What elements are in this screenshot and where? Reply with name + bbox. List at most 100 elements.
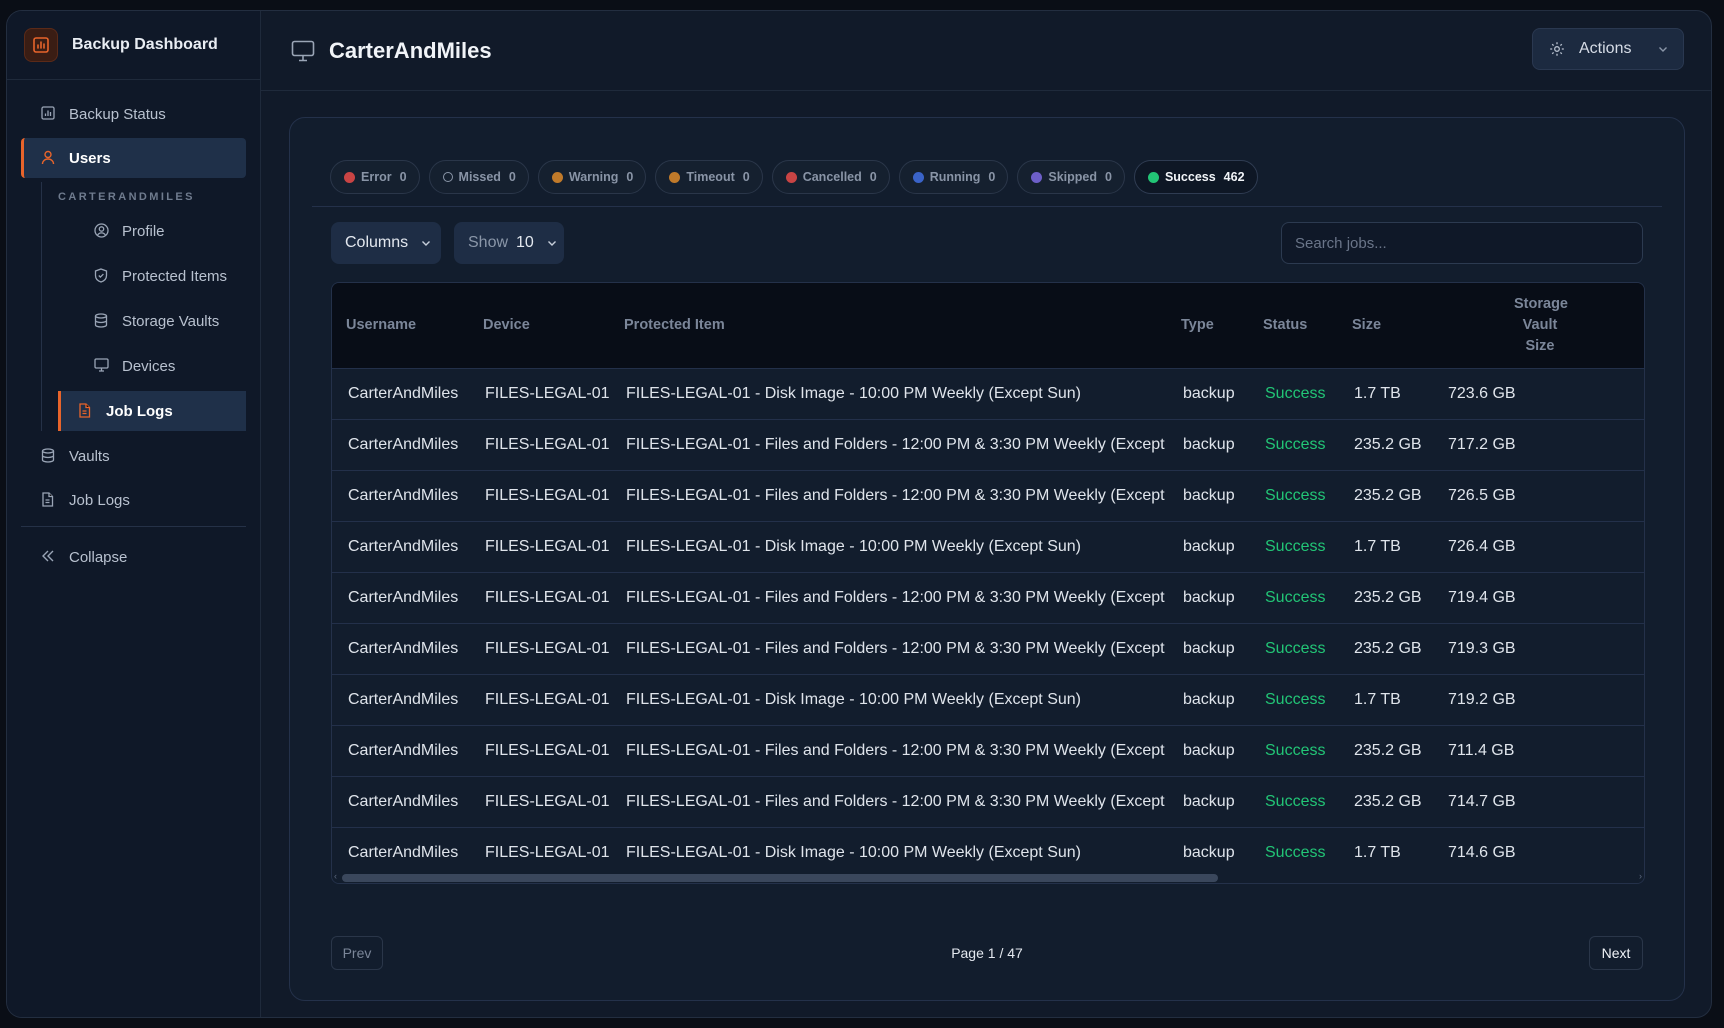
user-circle-icon [94, 223, 110, 239]
username-cell: CarterAndMiles [348, 792, 459, 810]
sidebar-item-vaults[interactable]: Vaults [21, 436, 246, 476]
sidebar-item-profile[interactable]: Profile [58, 211, 246, 251]
device-cell: FILES-LEGAL-01 [485, 537, 610, 555]
filter-chip-skipped[interactable]: Skipped 0 [1017, 160, 1125, 194]
column-header[interactable]: Type [1167, 283, 1249, 368]
page-size-value: 10 [516, 234, 534, 251]
column-header[interactable]: Device [469, 283, 610, 368]
table-row[interactable]: CarterAndMiles FILES-LEGAL-01 FILES-LEGAL-… [332, 368, 1644, 419]
scroll-left-icon[interactable]: ‹ [334, 871, 337, 881]
sidebar-item-devices[interactable]: Devices [58, 346, 246, 386]
username-cell: CarterAndMiles [348, 384, 459, 402]
sidebar-item-backup-status[interactable]: Backup Status [21, 94, 246, 134]
device-cell: FILES-LEGAL-01 [485, 384, 610, 402]
filter-label: Warning [568, 170, 619, 184]
filter-chip-timeout[interactable]: Timeout 0 [655, 160, 763, 194]
filter-chip-cancelled[interactable]: Cancelled 0 [771, 160, 890, 194]
filter-chip-success[interactable]: Success 462 [1133, 160, 1258, 194]
filter-count: 0 [1104, 170, 1112, 184]
table-row[interactable]: CarterAndMiles FILES-LEGAL-01 FILES-LEGAL-… [332, 776, 1644, 827]
scrollbar-thumb[interactable] [342, 874, 1218, 882]
column-header[interactable]: Storage Vault Size [1432, 283, 1644, 368]
table-row[interactable]: CarterAndMiles FILES-LEGAL-01 FILES-LEGAL-… [332, 572, 1644, 623]
collapse-button[interactable]: Collapse [21, 537, 246, 577]
device-cell: FILES-LEGAL-01 [485, 690, 610, 708]
chevron-down-icon [546, 237, 558, 249]
subnav-heading: CARTERANDMILES [58, 191, 195, 203]
username-cell: CarterAndMiles [348, 690, 459, 708]
sidebar-item-job-logs[interactable]: Job Logs [21, 480, 246, 520]
size-cell: 1.7 TB [1354, 690, 1401, 708]
device-cell: FILES-LEGAL-01 [485, 741, 610, 759]
type-cell: backup [1183, 639, 1235, 657]
table-row[interactable]: CarterAndMiles FILES-LEGAL-01 FILES-LEGAL-… [332, 623, 1644, 674]
columns-label: Columns [345, 234, 409, 251]
device-cell: FILES-LEGAL-01 [485, 588, 610, 606]
username-cell: CarterAndMiles [348, 435, 459, 453]
column-header[interactable]: Protected Item [610, 283, 1167, 368]
filter-chip-running[interactable]: Running 0 [898, 160, 1009, 194]
collapse-label: Collapse [69, 548, 128, 566]
chevron-down-icon [1657, 42, 1669, 60]
chevrons-left-icon [41, 549, 57, 565]
sidebar-item-protected-items[interactable]: Protected Items [58, 256, 246, 296]
page-size-select[interactable]: Show 10 [454, 222, 564, 264]
filter-count: 0 [988, 170, 996, 184]
protected-item-cell: FILES-LEGAL-01 - Disk Image - 10:00 PM W… [626, 384, 1081, 402]
filter-label: Timeout [686, 170, 735, 184]
table-row[interactable]: CarterAndMiles FILES-LEGAL-01 FILES-LEGAL-… [332, 521, 1644, 572]
search-input[interactable] [1295, 234, 1642, 252]
column-header[interactable]: Status [1249, 283, 1338, 368]
filter-count: 0 [742, 170, 750, 184]
column-header[interactable]: Username [332, 283, 469, 368]
status-dot [785, 171, 797, 183]
sidebar-item-users[interactable]: Users [21, 138, 246, 178]
next-label: Next [1601, 945, 1631, 961]
sidebar-item-label: Vaults [69, 447, 110, 465]
shield-icon [94, 268, 110, 284]
size-cell: 235.2 GB [1354, 741, 1422, 759]
status-dot [551, 171, 563, 183]
columns-button[interactable]: Columns [331, 222, 441, 264]
chart-icon [41, 106, 57, 122]
job-logs-card: Error 0 Missed 0 Warning 0 Timeout 0 Can… [289, 117, 1685, 1001]
status-cell: Success [1265, 690, 1326, 708]
status-filters: Error 0 Missed 0 Warning 0 Timeout 0 Can… [330, 160, 1258, 194]
next-button[interactable]: Next [1589, 936, 1643, 970]
sidebar-item-storage-vaults[interactable]: Storage Vaults [58, 301, 246, 341]
status-cell: Success [1265, 486, 1326, 504]
filter-count: 0 [869, 170, 877, 184]
show-label: Show [468, 234, 509, 251]
filter-count: 0 [508, 170, 516, 184]
vault-size-cell: 726.4 GB [1448, 537, 1516, 555]
column-header[interactable]: Size [1338, 283, 1432, 368]
size-cell: 235.2 GB [1354, 486, 1422, 504]
vault-size-cell: 719.4 GB [1448, 588, 1516, 606]
table-row[interactable]: CarterAndMiles FILES-LEGAL-01 FILES-LEGAL-… [332, 674, 1644, 725]
type-cell: backup [1183, 537, 1235, 555]
filter-chip-warning[interactable]: Warning 0 [537, 160, 647, 194]
search-box [1281, 222, 1643, 264]
status-dot [1147, 171, 1159, 183]
status-cell: Success [1265, 792, 1326, 810]
chevron-down-icon [420, 237, 432, 249]
protected-item-cell: FILES-LEGAL-01 - Files and Folders - 12:… [626, 486, 1167, 504]
filter-label: Skipped [1048, 170, 1097, 184]
filter-chip-error[interactable]: Error 0 [330, 160, 420, 194]
protected-item-cell: FILES-LEGAL-01 - Files and Folders - 12:… [626, 435, 1167, 453]
actions-button[interactable]: Actions [1532, 28, 1684, 70]
horizontal-scrollbar[interactable]: ‹ › [332, 871, 1644, 883]
table-row[interactable]: CarterAndMiles FILES-LEGAL-01 FILES-LEGAL-… [332, 419, 1644, 470]
protected-item-cell: FILES-LEGAL-01 - Files and Folders - 12:… [626, 639, 1167, 657]
size-cell: 235.2 GB [1354, 588, 1422, 606]
brand: Backup Dashboard [7, 11, 260, 80]
vault-size-cell: 726.5 GB [1448, 486, 1516, 504]
sidebar-item-label: Backup Status [69, 105, 166, 123]
protected-item-cell: FILES-LEGAL-01 - Files and Folders - 12:… [626, 792, 1167, 810]
sidebar-item-job-logs-sub[interactable]: Job Logs [58, 391, 246, 431]
table-row[interactable]: CarterAndMiles FILES-LEGAL-01 FILES-LEGAL-… [332, 470, 1644, 521]
scroll-right-icon[interactable]: › [1639, 871, 1642, 881]
table-row[interactable]: CarterAndMiles FILES-LEGAL-01 FILES-LEGAL-… [332, 725, 1644, 776]
user-subnav: CARTERANDMILES Profile Protected Items S… [41, 182, 246, 431]
filter-chip-missed[interactable]: Missed 0 [428, 160, 529, 194]
